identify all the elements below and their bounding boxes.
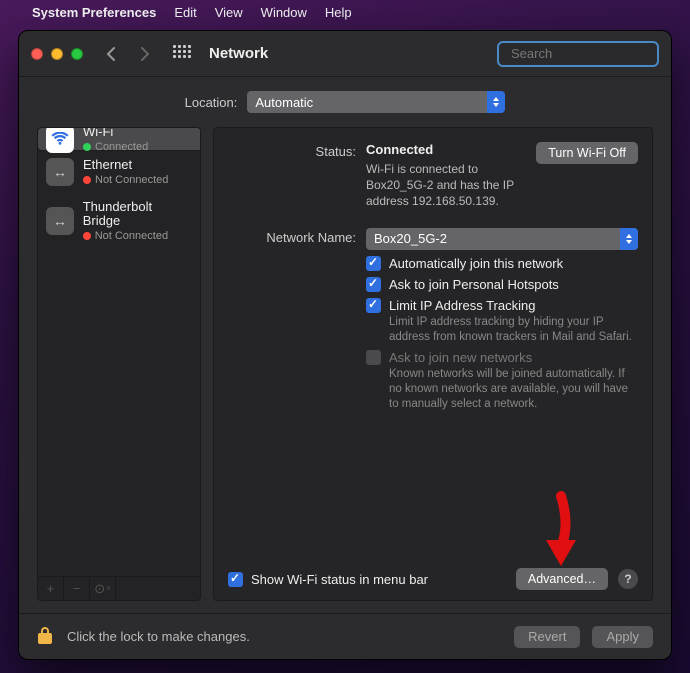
status-value: Connected — [366, 142, 536, 157]
close-button[interactable] — [31, 48, 43, 60]
chevron-updown-icon — [620, 228, 638, 250]
auto-join-checkbox[interactable] — [366, 256, 381, 271]
apply-button[interactable]: Apply — [592, 626, 653, 648]
nav-back-button[interactable] — [99, 42, 123, 66]
zoom-button[interactable] — [71, 48, 83, 60]
status-dot-icon — [83, 143, 91, 151]
window-controls — [31, 48, 83, 60]
interface-actions-button[interactable]: ⊙˅ — [90, 577, 116, 600]
advanced-button[interactable]: Advanced… — [516, 568, 608, 590]
interfaces-sidebar: Wi-Fi Connected ↔ Ethernet Not Connected… — [37, 127, 201, 601]
sidebar-item-name: Wi-Fi — [83, 127, 148, 140]
chevron-updown-icon — [487, 91, 505, 113]
thunderbolt-icon: ↔ — [46, 207, 74, 235]
sidebar-item-thunderbolt[interactable]: ↔ Thunderbolt Bridge Not Connected — [38, 193, 200, 249]
ask-new-networks-checkbox[interactable] — [366, 350, 381, 365]
titlebar: Network — [19, 31, 671, 77]
auto-join-label: Automatically join this network — [389, 256, 638, 271]
limit-tracking-label: Limit IP Address Tracking — [389, 298, 638, 313]
personal-hotspot-label: Ask to join Personal Hotspots — [389, 277, 638, 292]
turn-wifi-off-button[interactable]: Turn Wi-Fi Off — [536, 142, 638, 164]
network-name-value: Box20_5G-2 — [374, 231, 447, 246]
status-dot-icon — [83, 176, 91, 184]
limit-tracking-desc: Limit IP address tracking by hiding your… — [389, 315, 638, 345]
interface-detail-pane: Status: Connected Wi-Fi is connected to … — [213, 127, 653, 601]
ask-new-networks-label: Ask to join new networks — [389, 350, 638, 365]
show-status-menubar-label: Show Wi-Fi status in menu bar — [251, 572, 428, 587]
search-field-wrap[interactable] — [497, 41, 659, 67]
limit-tracking-checkbox[interactable] — [366, 298, 381, 313]
menu-help[interactable]: Help — [325, 5, 352, 20]
show-status-menubar-checkbox[interactable] — [228, 572, 243, 587]
system-menubar: System Preferences Edit View Window Help — [0, 0, 690, 24]
location-select[interactable]: Automatic — [247, 91, 505, 113]
remove-interface-button[interactable]: − — [64, 577, 90, 600]
location-label: Location: — [185, 95, 238, 110]
status-dot-icon — [83, 232, 91, 240]
minimize-button[interactable] — [51, 48, 63, 60]
lock-text: Click the lock to make changes. — [67, 629, 502, 644]
search-input[interactable] — [511, 46, 687, 61]
prefs-window: Network Location: Automatic — [18, 30, 672, 660]
window-title: Network — [209, 45, 268, 62]
sidebar-item-name: Thunderbolt Bridge — [83, 200, 192, 229]
sidebar-item-ethernet[interactable]: ↔ Ethernet Not Connected — [38, 150, 200, 193]
show-all-prefs-icon[interactable] — [173, 45, 191, 63]
status-label: Status: — [228, 142, 356, 210]
revert-button[interactable]: Revert — [514, 626, 580, 648]
sidebar-item-status: Not Connected — [95, 174, 168, 186]
network-name-select[interactable]: Box20_5G-2 — [366, 228, 638, 250]
ethernet-icon: ↔ — [46, 158, 74, 186]
add-interface-button[interactable]: + — [38, 577, 64, 600]
ask-new-networks-desc: Known networks will be joined automatica… — [389, 367, 638, 412]
personal-hotspot-checkbox[interactable] — [366, 277, 381, 292]
menu-window[interactable]: Window — [261, 5, 307, 20]
app-menu[interactable]: System Preferences — [32, 5, 156, 20]
nav-forward-button[interactable] — [133, 42, 157, 66]
sidebar-item-name: Ethernet — [83, 158, 168, 172]
help-button[interactable]: ? — [618, 569, 638, 589]
menu-edit[interactable]: Edit — [174, 5, 196, 20]
menu-view[interactable]: View — [215, 5, 243, 20]
sidebar-item-wifi[interactable]: Wi-Fi Connected — [38, 128, 201, 150]
sidebar-item-status: Not Connected — [95, 230, 168, 242]
lock-icon[interactable] — [37, 625, 55, 648]
wifi-icon — [46, 127, 74, 153]
location-value: Automatic — [255, 95, 313, 110]
sidebar-item-status: Connected — [95, 141, 148, 153]
status-description: Wi-Fi is connected to Box20_5G-2 and has… — [366, 161, 536, 210]
network-name-label: Network Name: — [228, 228, 356, 413]
